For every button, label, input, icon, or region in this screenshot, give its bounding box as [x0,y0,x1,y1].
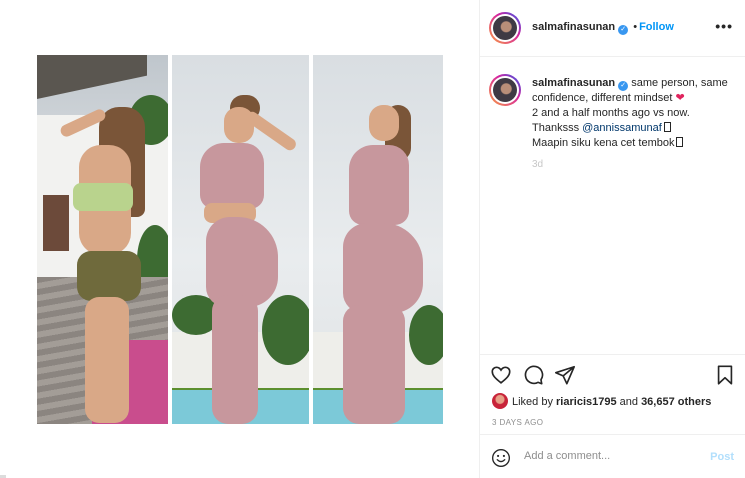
liked-by-and: and [616,396,642,408]
caption-area: salmafinasunan ✓ same person, same confid… [480,58,745,354]
header-user: salmafinasunan ✓ • Follow [532,21,674,35]
emoji-icon[interactable] [491,448,511,468]
caption-avatar[interactable] [489,74,521,106]
photo-panel-before [37,55,168,424]
post-comment-button[interactable]: Post [710,451,734,463]
bookmark-icon[interactable] [714,364,736,386]
more-options-icon[interactable]: ••• [715,18,733,34]
username-link[interactable]: salmafinasunan [532,21,615,33]
caption-line-3: 2 and a half months ago vs now. [532,107,690,119]
post-header: salmafinasunan ✓ • Follow ••• [480,0,745,57]
verified-badge-icon: ✓ [618,25,629,35]
share-icon[interactable] [554,364,576,386]
caption-line-4: Thanksss [532,122,583,134]
add-comment-bar: Post [480,434,745,478]
liker-avatar[interactable] [492,393,508,409]
comment-icon[interactable] [522,364,544,386]
caption-text: salmafinasunan ✓ same person, same confid… [532,76,737,151]
caption-username-link[interactable]: salmafinasunan [532,77,615,89]
comment-input[interactable] [524,450,694,462]
post-media[interactable] [0,0,479,478]
heart-icon[interactable] [490,364,512,386]
mention-link[interactable]: @annissamunaf [582,122,662,134]
liked-by-user-link[interactable]: riaricis1795 [556,396,617,408]
photo-panel-after-1 [172,55,309,424]
heart-emoji-icon: ❤ [675,92,685,104]
caption-line-2: confidence, different mindset [532,92,673,104]
likes-summary: Liked by riaricis1795 and 36,657 others [492,393,711,409]
liked-by-prefix: Liked by [512,396,557,408]
verified-badge-icon: ✓ [618,81,629,91]
post-sidebar: salmafinasunan ✓ • Follow ••• salmafinasun… [479,0,745,478]
liked-by-count-link[interactable]: 36,657 others [641,396,711,408]
caption-line-5: Maapin siku kena cet tembok [532,137,675,149]
avatar[interactable] [489,12,521,44]
missing-glyph-icon [663,122,671,132]
photo-panel-after-2 [313,55,443,424]
post-timestamp[interactable]: 3 DAYS AGO [492,418,543,427]
separator-dot: • [633,21,638,33]
follow-button[interactable]: Follow [639,21,674,33]
missing-glyph-icon [676,137,684,147]
caption-line-1: same person, same [631,77,728,89]
caption-age[interactable]: 3d [532,159,543,170]
actions-section: Liked by riaricis1795 and 36,657 others … [480,354,745,478]
